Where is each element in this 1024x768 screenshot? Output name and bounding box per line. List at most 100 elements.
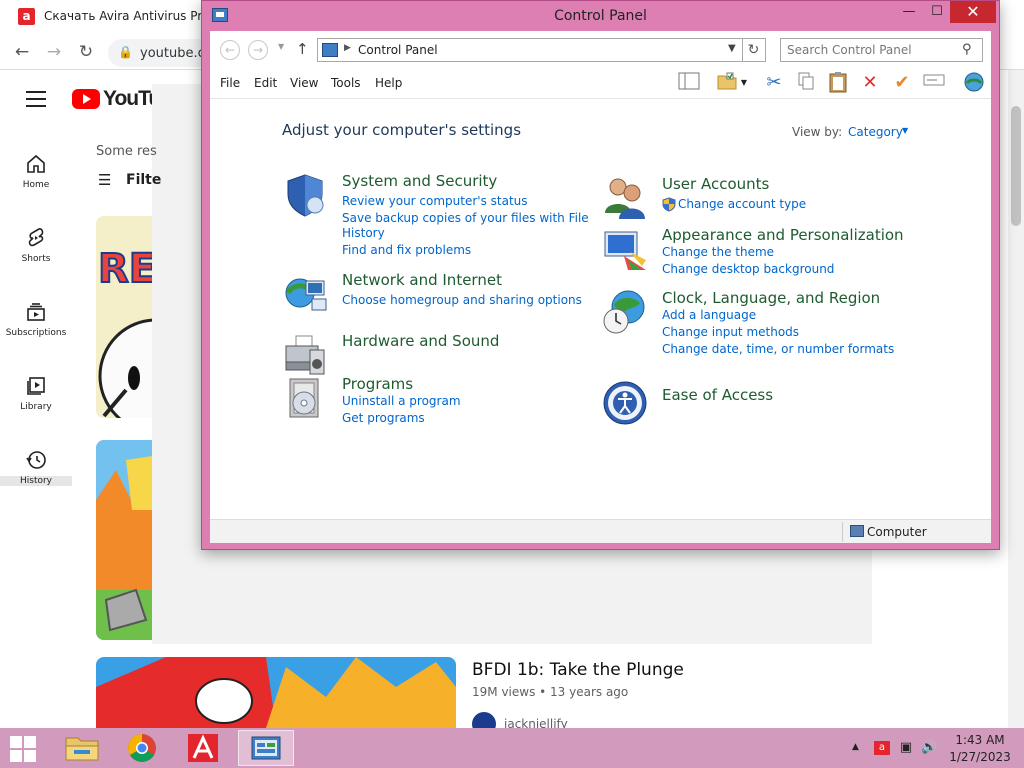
globe-clock-icon[interactable] [602, 289, 648, 335]
sidebar-item-shorts[interactable]: Shorts [0, 220, 72, 290]
category-title-link[interactable]: Network and Internet [342, 271, 502, 289]
rename-icon[interactable] [921, 71, 947, 95]
network-tray-icon[interactable]: ▣ [898, 741, 914, 755]
task-link[interactable]: Change account type [678, 197, 806, 211]
volume-icon[interactable]: 🔊 [921, 741, 937, 755]
chevron-down-icon[interactable]: ▼ [902, 126, 908, 135]
properties-checkmark-icon[interactable]: ✔ [889, 71, 915, 95]
sidebar-item-library[interactable]: Library [0, 368, 72, 438]
breadcrumb[interactable]: Control Panel [358, 43, 438, 57]
task-link[interactable]: Uninstall a program [342, 394, 461, 408]
category-title-link[interactable]: Hardware and Sound [342, 332, 499, 350]
shield-icon[interactable] [282, 172, 328, 218]
chrome-icon[interactable] [114, 730, 170, 766]
minimize-button[interactable]: — [894, 1, 924, 23]
delete-icon[interactable]: ✕ [857, 71, 883, 95]
task-link[interactable]: Choose homegroup and sharing options [342, 293, 582, 307]
control-panel-icon[interactable] [238, 730, 294, 766]
video-thumbnail[interactable] [96, 657, 456, 728]
sidebar-item-subscriptions[interactable]: Subscriptions [0, 294, 72, 364]
back-arrow-icon[interactable]: ← [10, 40, 34, 64]
menu-tools[interactable]: Tools [331, 76, 361, 90]
task-link[interactable]: Change desktop background [662, 262, 834, 276]
menu-edit[interactable]: Edit [254, 76, 277, 90]
video-thumbnail[interactable] [96, 440, 152, 640]
programs-disc-icon[interactable] [282, 375, 328, 421]
search-input[interactable] [780, 38, 983, 62]
category-title-link[interactable]: User Accounts [662, 175, 769, 193]
channel-name-link[interactable]: jacknjellify [504, 717, 568, 728]
category-title-link[interactable]: Programs [342, 375, 413, 393]
file-explorer-icon[interactable] [54, 730, 110, 766]
sidebar-item-history[interactable]: History [0, 442, 72, 512]
results-notice: Some res [96, 144, 157, 159]
search-icon[interactable]: ⚲ [962, 42, 972, 57]
filter-sliders-icon[interactable]: ☰ [98, 172, 116, 188]
scrollbar-thumb[interactable] [1011, 106, 1021, 226]
paste-clipboard-icon[interactable] [825, 71, 851, 95]
forward-arrow-icon[interactable]: → [42, 40, 66, 64]
chevron-down-icon[interactable]: ▼ [738, 71, 750, 95]
menu-view[interactable]: View [290, 76, 318, 90]
task-link[interactable]: History [342, 226, 385, 240]
avira-tab-icon: a [18, 8, 35, 25]
sidebar-item-home[interactable]: Home [0, 146, 72, 216]
windows-start-icon[interactable] [0, 728, 48, 768]
monitor-palette-icon[interactable] [602, 226, 648, 272]
category-clock-language-and-region: Clock, Language, and Region Add a langua… [602, 289, 932, 361]
back-arrow-icon[interactable]: ← [220, 40, 240, 60]
refresh-button[interactable]: ↻ [742, 38, 766, 62]
category-system-and-security: System and Security Review your computer… [282, 172, 589, 260]
copy-icon[interactable] [793, 71, 819, 95]
video-thumbnail[interactable]: RE [96, 216, 152, 418]
subscriptions-icon [27, 303, 45, 321]
category-title-link[interactable]: Clock, Language, and Region [662, 289, 880, 307]
users-icon[interactable] [602, 175, 648, 221]
menu-file[interactable]: File [220, 76, 240, 90]
taskbar: ▲ a ▣ 🔊 1:43 AM 1/27/2023 [0, 728, 1024, 768]
up-arrow-icon[interactable]: ↑ [296, 40, 309, 58]
task-link[interactable]: Change date, time, or number formats [662, 342, 894, 356]
avira-tray-icon[interactable]: a [874, 741, 890, 755]
category-title-link[interactable]: Appearance and Personalization [662, 226, 904, 244]
show-hidden-icons-chevron-icon[interactable]: ▲ [852, 742, 859, 752]
network-globe-icon[interactable] [961, 71, 987, 95]
task-link[interactable]: Change input methods [662, 325, 799, 339]
channel-avatar[interactable] [472, 712, 496, 728]
task-link[interactable]: Add a language [662, 308, 756, 322]
layout-pane-icon[interactable] [676, 71, 702, 95]
category-title-link[interactable]: Ease of Access [662, 386, 773, 404]
cut-scissors-icon[interactable]: ✂ [761, 71, 787, 95]
network-globe-icon[interactable] [282, 271, 328, 317]
clock-time[interactable]: 1:43 AM [945, 733, 1015, 747]
video-title-link[interactable]: BFDI 1b: Take the Plunge [472, 660, 684, 680]
task-link[interactable]: Change the theme [662, 245, 774, 259]
clock-date[interactable]: 1/27/2023 [945, 750, 1015, 764]
task-link[interactable]: Get programs [342, 411, 425, 425]
category-title-link[interactable]: System and Security [342, 172, 497, 190]
recent-locations-chevron-icon[interactable]: ▼ [278, 42, 284, 51]
hamburger-menu-icon[interactable] [26, 91, 46, 107]
maximize-button[interactable]: ☐ [922, 1, 952, 23]
task-link[interactable]: Save backup copies of your files with Fi… [342, 211, 589, 225]
chevron-down-icon[interactable]: ▼ [728, 43, 736, 54]
task-link[interactable]: Find and fix problems [342, 243, 471, 257]
ease-of-access-icon[interactable] [602, 380, 648, 426]
browser-tab-title[interactable]: Скачать Avira Antivirus Pro [44, 9, 209, 23]
menu-help[interactable]: Help [375, 76, 402, 90]
youtube-logo-icon[interactable] [72, 89, 100, 109]
task-link[interactable]: Review your computer's status [342, 194, 528, 208]
avira-icon[interactable] [176, 730, 232, 766]
reload-icon[interactable]: ↻ [74, 40, 98, 64]
filters-button[interactable]: Filte [126, 172, 161, 188]
forward-arrow-icon[interactable]: → [248, 40, 268, 60]
window-titlebar[interactable]: Control Panel — ☐ ✕ [202, 1, 999, 31]
address-text: youtube.c [140, 46, 205, 61]
address-bar[interactable]: ▶ Control Panel ▼ [317, 38, 743, 62]
page-scrollbar[interactable] [1008, 70, 1024, 728]
view-by-dropdown[interactable]: Category [848, 125, 903, 139]
breadcrumb-chevron-icon[interactable]: ▶ [344, 43, 351, 53]
folder-options-icon[interactable] [714, 71, 740, 95]
close-button[interactable]: ✕ [950, 1, 996, 23]
printer-speaker-icon[interactable] [282, 332, 328, 378]
